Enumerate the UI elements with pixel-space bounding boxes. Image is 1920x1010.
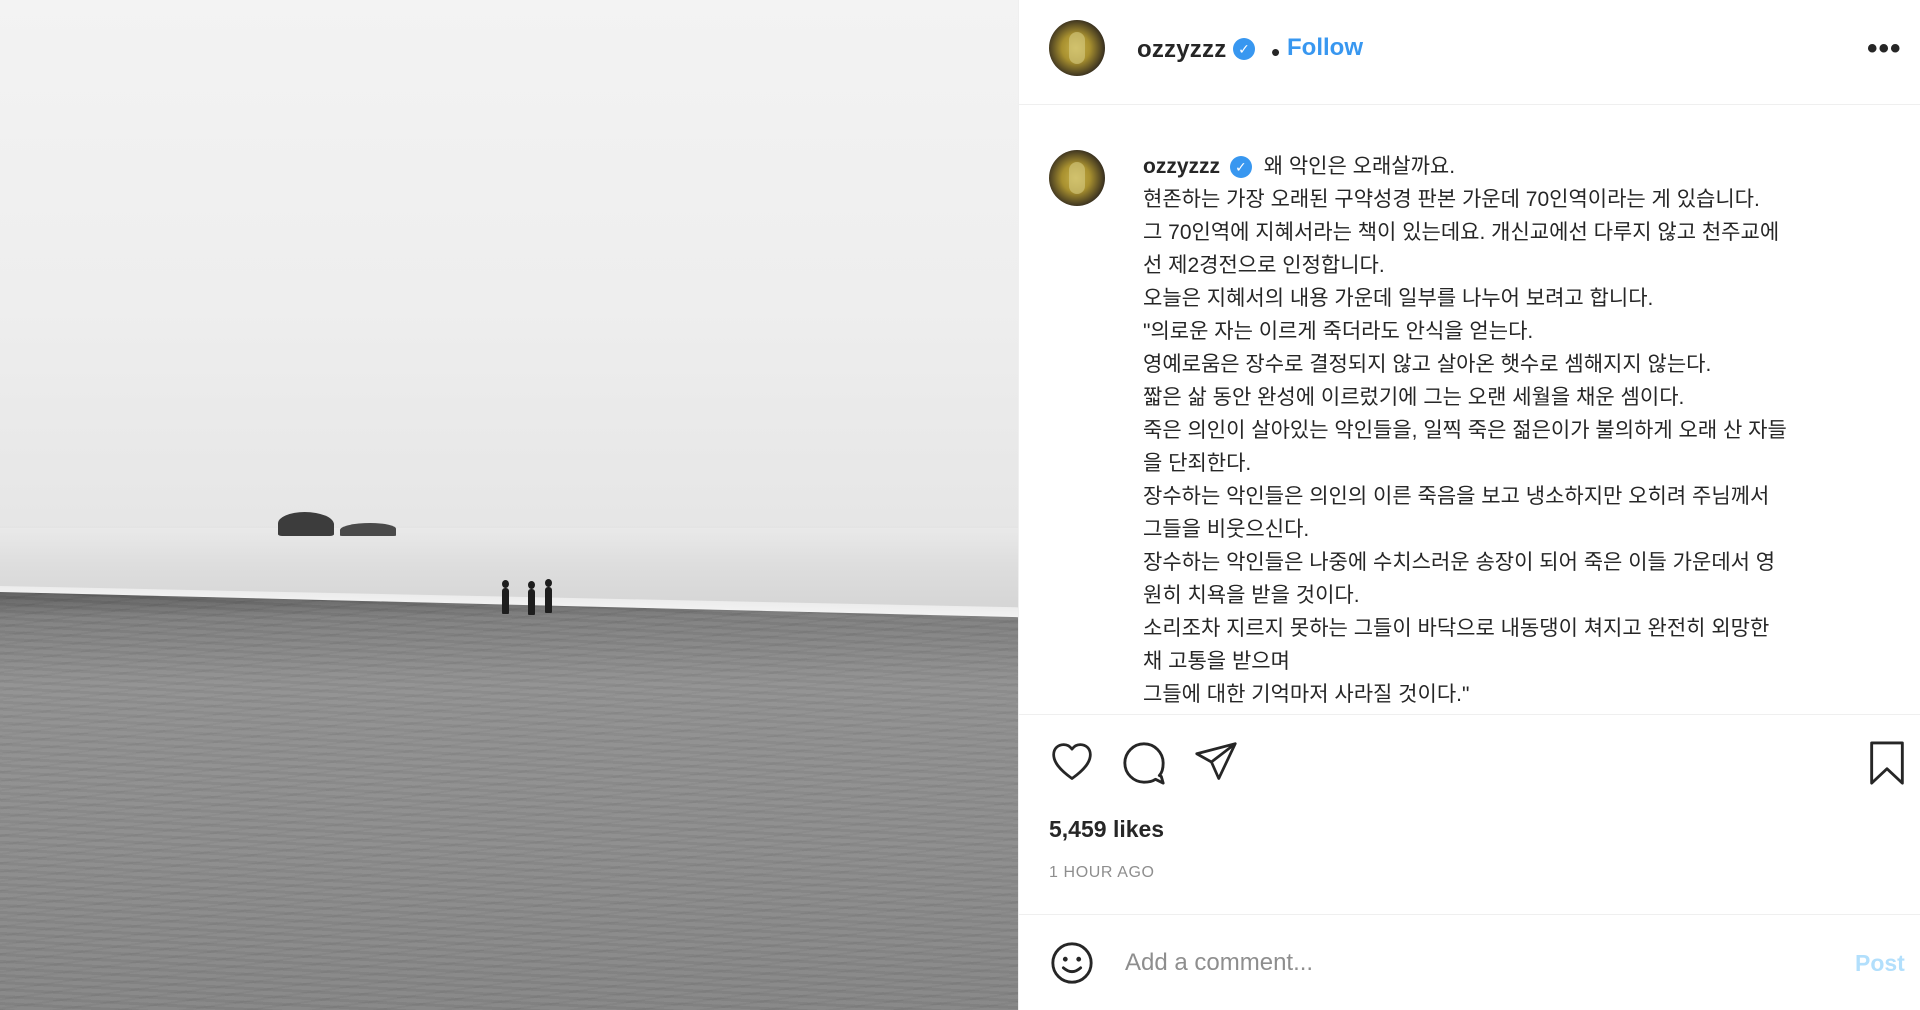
photo-person [528, 581, 535, 615]
caption-line: "의로운 자는 이르게 죽더라도 안식을 얻는다. [1143, 320, 1534, 343]
verified-badge-icon: ✓ [1229, 156, 1252, 178]
paper-plane-icon[interactable] [1193, 740, 1239, 784]
caption-text: ozzyzzz ✓ 왜 악인은 오래살까요. 현존하는 가장 오래된 구약성경 … [1143, 150, 1903, 711]
post-header: ozzyzzz ✓ • Follow ••• [1019, 0, 1920, 105]
comment-bar: Post [1019, 914, 1920, 1010]
caption-line: 오늘은 지혜서의 내용 가운데 일부를 나누어 보려고 합니다. [1143, 287, 1654, 310]
post-photo [0, 0, 1018, 1010]
avatar[interactable] [1049, 20, 1105, 76]
verified-badge-icon: ✓ [1233, 38, 1255, 60]
photo-person [545, 579, 552, 613]
comment-input[interactable] [1123, 944, 1767, 982]
caption-line: 죽은 의인이 살아있는 악인들을, 일찍 죽은 젊은이가 불의하게 오래 산 자… [1143, 419, 1787, 442]
photo-rock [340, 523, 396, 536]
separator-dot: • [1271, 37, 1281, 67]
caption-line: 그 70인역에 지혜서라는 책이 있는데요. 개신교에선 다루지 않고 천주교에 [1143, 221, 1780, 244]
caption-line: 선 제2경전으로 인정합니다. [1143, 254, 1385, 277]
caption-line: 그들을 비웃으신다. [1143, 518, 1310, 541]
photo-rock [278, 512, 334, 536]
caption-line: 짧은 삶 동안 완성에 이르렀기에 그는 오랜 세월을 채운 셈이다. [1143, 386, 1685, 409]
caption-line: 장수하는 악인들은 의인의 이른 죽음을 보고 냉소하지만 오히려 주님께서 [1143, 485, 1770, 508]
username-link[interactable]: ozzyzzz [1137, 36, 1226, 64]
more-options-icon[interactable]: ••• [1867, 32, 1902, 66]
avatar[interactable] [1049, 150, 1105, 206]
photo-person [502, 580, 509, 614]
post-caption: ozzyzzz ✓ 왜 악인은 오래살까요. 현존하는 가장 오래된 구약성경 … [1019, 104, 1920, 715]
caption-line: 채 고통을 받으며 [1143, 650, 1290, 673]
caption-line: 왜 악인은 오래살까요. [1263, 155, 1456, 178]
caption-line: 을 단죄한다. [1143, 452, 1252, 475]
photo-sand [0, 592, 1018, 1010]
comment-icon[interactable] [1121, 740, 1167, 786]
post-actions: 5,459 likes 1 HOUR AGO [1019, 714, 1920, 915]
caption-line: 원히 치욕을 받을 것이다. [1143, 584, 1360, 607]
bookmark-icon[interactable] [1867, 740, 1907, 786]
post-side-panel: ozzyzzz ✓ • Follow ••• ozzyzzz ✓ 왜 악인은 오… [1018, 0, 1920, 1010]
caption-line: 그들에 대한 기억마저 사라질 것이다." [1143, 683, 1470, 706]
caption-line: 현존하는 가장 오래된 구약성경 판본 가운데 70인역이라는 게 있습니다. [1143, 188, 1760, 211]
heart-icon[interactable] [1049, 740, 1095, 784]
caption-line: 영예로움은 장수로 결정되지 않고 살아온 햇수로 셈해지지 않는다. [1143, 353, 1712, 376]
smiley-icon[interactable] [1049, 940, 1095, 986]
post-comment-button[interactable]: Post [1855, 950, 1905, 977]
post-timestamp[interactable]: 1 HOUR AGO [1049, 864, 1155, 882]
caption-line: 장수하는 악인들은 나중에 수치스러운 송장이 되어 죽은 이들 가운데서 영 [1143, 551, 1776, 574]
likes-count[interactable]: 5,459 likes [1049, 816, 1164, 843]
caption-username-link[interactable]: ozzyzzz [1143, 155, 1220, 178]
follow-button[interactable]: Follow [1287, 34, 1363, 62]
caption-line: 소리조차 지르지 못하는 그들이 바닥으로 내동댕이 쳐지고 완전히 외망한 [1143, 617, 1770, 640]
